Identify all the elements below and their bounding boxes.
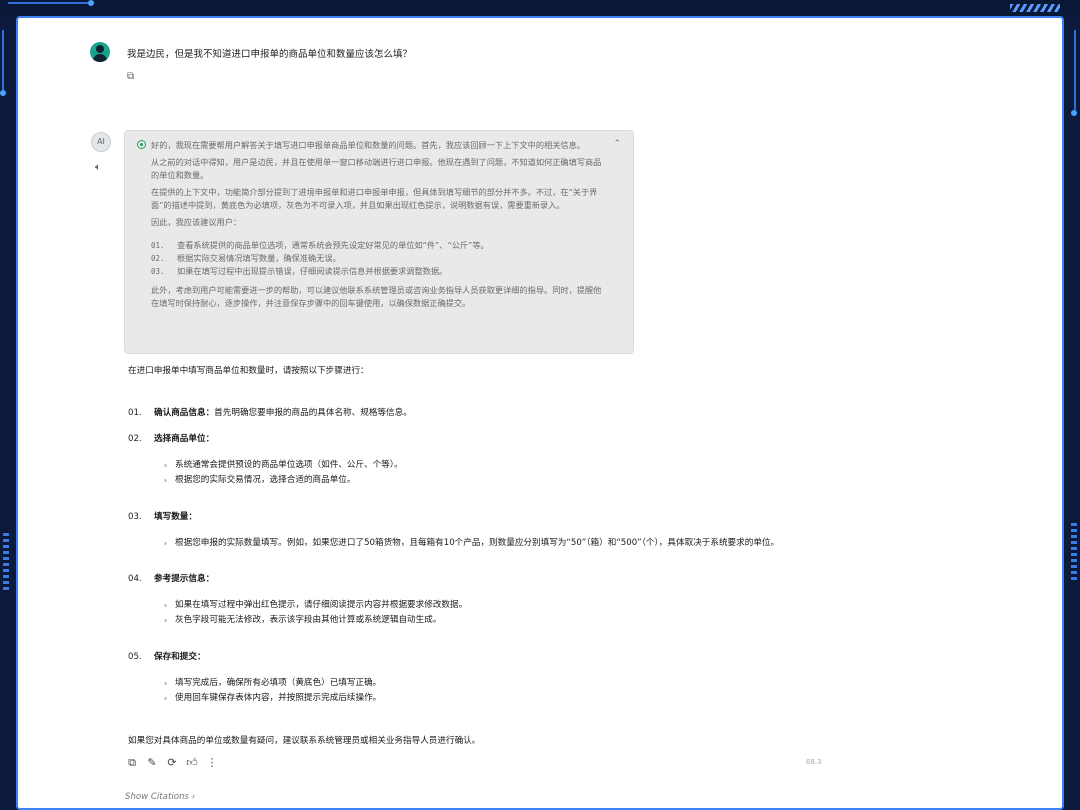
version-label: 68.3 <box>806 758 822 766</box>
copy-icon[interactable]: ⧉ <box>126 756 138 770</box>
thinking-icon <box>137 140 146 149</box>
user-avatar <box>90 42 110 62</box>
list-item: 02. 根据实际交易情况填写数量，确保准确无误。 <box>151 253 341 263</box>
list-item: 灰色字段可能无法修改，表示该字段由其他计算或系统逻辑自动生成。 <box>128 613 848 628</box>
chevron-right-icon: › <box>191 792 196 802</box>
frame-dot <box>1071 110 1077 116</box>
step-2: 02. 选择商品单位： 系统通常会提供预设的商品单位选项（如件、公斤、个等）。 根… <box>128 432 848 488</box>
corner-stripes <box>1010 4 1060 12</box>
side-stripes <box>3 530 9 590</box>
list-item: 03. 如果在填写过程中出现提示错误，仔细阅读提示信息并根据要求调整数据。 <box>151 266 448 276</box>
list-item: 系统通常会提供预设的商品单位选项（如件、公斤、个等）。 <box>128 458 848 473</box>
list-item: 填写完成后，确保所有必填项（黄底色）已填写正确。 <box>128 676 848 691</box>
frame-dot <box>88 0 94 6</box>
frame-line <box>1074 30 1076 110</box>
regenerate-icon[interactable]: ⟳ <box>166 756 178 770</box>
thinking-paragraph: 从之前的对话中得知，用户是边民，并且在使用单一窗口移动端进行进口申报。他现在遇到… <box>151 157 602 180</box>
answer-closing: 如果您对具体商品的单位或数量有疑问，建议联系系统管理员或相关业务指导人员进行确认… <box>128 736 481 746</box>
step-5: 05. 保存和提交： 填写完成后，确保所有必填项（黄底色）已填写正确。 使用回车键… <box>128 650 848 706</box>
list-item: 根据您的实际交易情况，选择合适的商品单位。 <box>128 473 848 488</box>
step-3: 03. 填写数量： 根据您申报的实际数量填写。例如，如果您进口了50箱货物，且每箱… <box>128 510 848 551</box>
thinking-paragraph: 此外，考虑到用户可能需要进一步的帮助，可以建议他联系系统管理员或咨询业务指导人员… <box>151 285 602 308</box>
message-actions: ⧉ ✎ ⟳ 👍︎ ⋮ <box>126 756 218 770</box>
frame-line <box>2 30 4 90</box>
list-item: 根据您申报的实际数量填写。例如，如果您进口了50箱货物，且每箱有10个产品，则数… <box>128 536 848 551</box>
edit-icon[interactable]: ✎ <box>146 756 158 770</box>
speaker-icon[interactable]: 🔈︎ <box>95 162 101 173</box>
copy-icon[interactable]: ⧉ <box>127 72 137 82</box>
frame-top <box>0 0 1080 16</box>
step-4: 04. 参考提示信息： 如果在填写过程中弹出红色提示，请仔细阅读提示内容并根据要求… <box>128 572 848 628</box>
chat-panel: 我是边民，但是我不知道进口申报单的商品单位和数量应该怎么填？ ⧉ AI 🔈︎ ⌃… <box>16 16 1064 810</box>
show-citations-link[interactable]: Show Citations › <box>125 792 195 802</box>
bot-avatar: AI <box>91 132 111 152</box>
thinking-paragraph: 因此，我应该建议用户： <box>151 217 242 227</box>
thinking-paragraph: 好的，我现在需要帮用户解答关于填写进口申报单商品单位和数量的问题。首先，我应该回… <box>151 140 585 150</box>
answer-intro: 在进口申报单中填写商品单位和数量时，请按照以下步骤进行： <box>128 366 369 376</box>
list-item: 01. 查看系统提供的商品单位选项，通常系统会预先设定好常见的单位如“件”、“公斤… <box>151 240 489 250</box>
frame-line <box>8 2 88 4</box>
thinking-panel: ⌃ 好的，我现在需要帮用户解答关于填写进口申报单商品单位和数量的问题。首先，我应… <box>124 130 634 354</box>
frame-dot <box>0 90 6 96</box>
user-message: 我是边民，但是我不知道进口申报单的商品单位和数量应该怎么填？ <box>127 49 413 60</box>
chevron-up-icon[interactable]: ⌃ <box>613 138 621 151</box>
list-item: 如果在填写过程中弹出红色提示，请仔细阅读提示内容并根据要求修改数据。 <box>128 598 848 613</box>
list-item: 使用回车键保存表体内容，并按照提示完成后续操作。 <box>128 691 848 706</box>
side-stripes <box>1071 520 1077 580</box>
thinking-paragraph: 在提供的上下文中，功能简介部分提到了进境申报单和进口申报单申报，但具体到填写细节… <box>151 187 598 210</box>
thinking-list: 01. 查看系统提供的商品单位选项，通常系统会预先设定好常见的单位如“件”、“公斤… <box>151 239 605 278</box>
more-icon[interactable]: ⋮ <box>206 756 218 770</box>
step-1: 01. 确认商品信息： 首先明确您要申报的商品的具体名称、规格等信息。 <box>128 408 412 418</box>
thumbs-up-icon[interactable]: 👍︎ <box>186 756 198 770</box>
